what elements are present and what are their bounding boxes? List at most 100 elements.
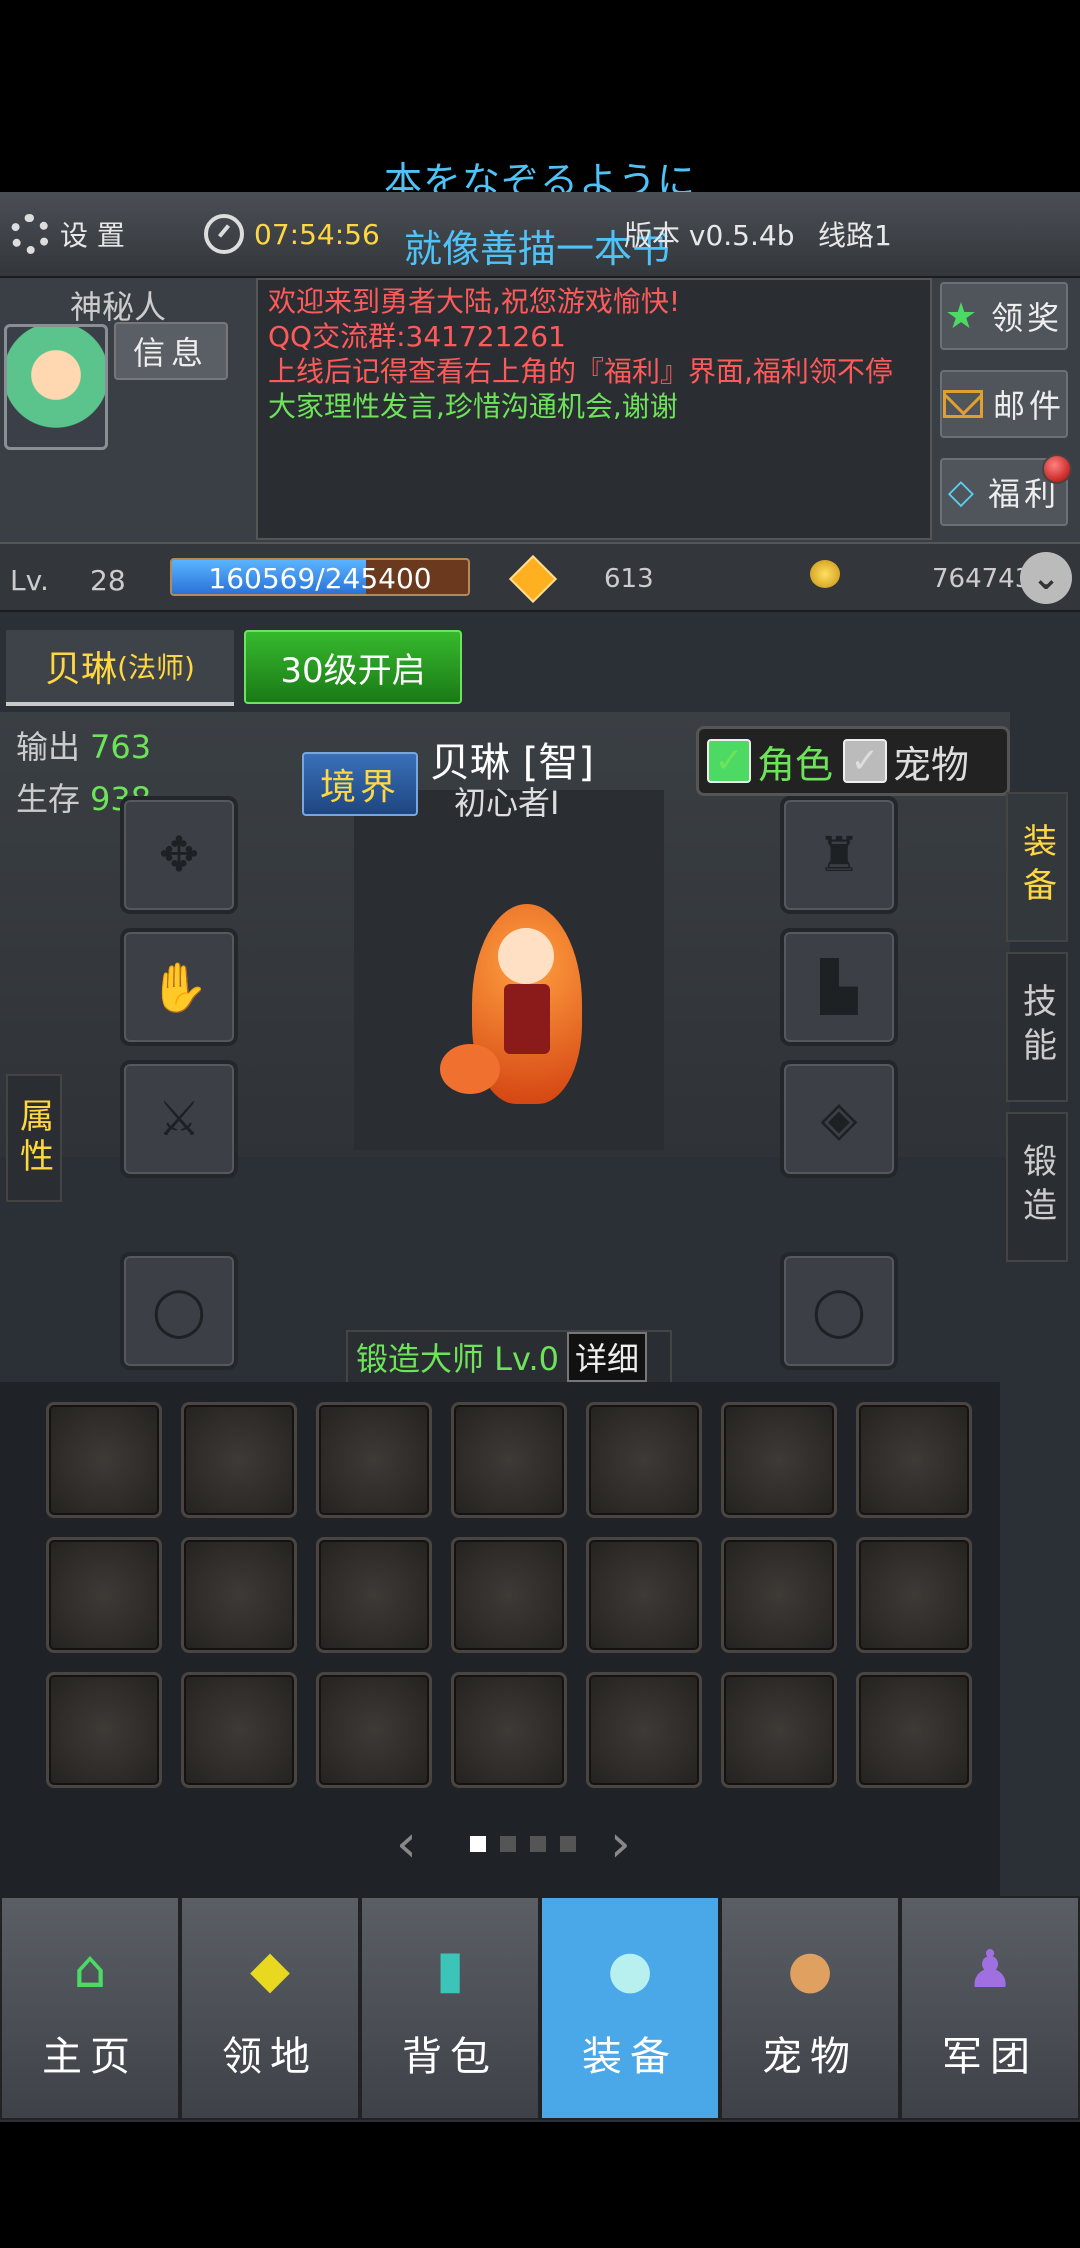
necklace-slot[interactable]: ◈ [780, 1060, 898, 1178]
forge-master: 锻造大师 Lv.0 详细 [346, 1330, 672, 1384]
diamond-icon: ◇ [947, 472, 979, 512]
chat-panel[interactable]: 欢迎来到勇者大陆,祝您游戏愉快! QQ交流群:341721261 上线后记得查看… [256, 278, 932, 540]
nav-pet[interactable]: ● 宠物 [720, 1896, 900, 2120]
realm-button[interactable]: 境界 [302, 752, 418, 816]
reward-button[interactable]: ★ 领奖 [940, 282, 1068, 350]
character-toggle-label: 角色 [757, 742, 834, 787]
inventory-cell[interactable] [181, 1402, 297, 1518]
gem-count: 613 [604, 564, 654, 594]
inventory-cell[interactable] [46, 1402, 162, 1518]
ring2-slot[interactable]: ◯ [780, 1252, 898, 1370]
inventory-cell[interactable] [721, 1402, 837, 1518]
level-bar: Lv. 28 160569/245400 613 764743 ⌄ [0, 542, 1080, 612]
tab-locked[interactable]: 30级开启 [244, 630, 462, 704]
equipment-stage: 输出 763 生存 938 境界 贝琳 [智] 初心者I ✓ 角色 ✓ 宠物 ✥ ✋… [0, 712, 1010, 1178]
inventory-cell[interactable] [181, 1537, 297, 1653]
nav-territory[interactable]: ◆ 领地 [180, 1896, 360, 2120]
inventory-cell[interactable] [451, 1672, 567, 1788]
gear-icon [10, 214, 50, 254]
necklace-icon: ◈ [820, 1091, 858, 1147]
inventory-cell[interactable] [586, 1537, 702, 1653]
chevron-right-icon[interactable]: › [610, 1814, 631, 1874]
chat-line: 欢迎来到勇者大陆,祝您游戏愉快! [268, 285, 681, 318]
detail-button[interactable]: 详细 [567, 1332, 648, 1382]
inventory-cell[interactable] [586, 1672, 702, 1788]
bottom-nav: ⌂ 主页 ◆ 领地 ▮ 背包 ● 装备 ● 宠物 ♟ 军团 [0, 1896, 1080, 2120]
output-label: 输出 [16, 728, 81, 766]
chevron-left-icon[interactable]: ‹ [396, 1814, 417, 1874]
star-icon: ★ [944, 295, 982, 337]
inventory-cell[interactable] [856, 1537, 972, 1653]
page-dot[interactable] [470, 1836, 486, 1852]
accessory-slot[interactable]: ✥ [120, 796, 238, 914]
chat-line: 大家理性发言,珍惜沟通机会,谢谢 [268, 390, 678, 423]
coin-icon [810, 560, 840, 588]
level-value: 28 [90, 564, 126, 597]
gloves-slot[interactable]: ✋ [120, 928, 238, 1046]
forge-level: 锻造大师 Lv.0 [356, 1340, 559, 1378]
page-dot[interactable] [500, 1836, 516, 1852]
inventory-cell[interactable] [451, 1537, 567, 1653]
nav-home[interactable]: ⌂ 主页 [0, 1896, 180, 2120]
player-header: 神秘人 信息 欢迎来到勇者大陆,祝您游戏愉快! QQ交流群:341721261 … [0, 278, 1080, 554]
server-line-text: 线路1 [818, 219, 892, 252]
chat-line: QQ交流群:341721261 [268, 320, 566, 353]
house-icon: ⌂ [73, 1940, 107, 2000]
view-toggle: ✓ 角色 ✓ 宠物 [696, 726, 1010, 796]
inventory-cell[interactable] [316, 1402, 432, 1518]
welfare-button[interactable]: ◇ 福利 [940, 454, 1072, 526]
page-dot[interactable] [530, 1836, 546, 1852]
forge-side-tab[interactable]: 锻造 [1006, 1112, 1068, 1262]
sword-icon: ⚔ [157, 1091, 201, 1147]
info-button[interactable]: 信息 [114, 322, 228, 380]
inventory-cell[interactable] [181, 1672, 297, 1788]
inventory-cell[interactable] [721, 1537, 837, 1653]
time-text: 07:54:56 [254, 217, 380, 251]
exp-text: 160569/245400 [208, 562, 432, 595]
exp-bar: 160569/245400 [170, 558, 470, 596]
notification-dot [1042, 454, 1072, 484]
inventory-cell[interactable] [451, 1402, 567, 1518]
character-toggle[interactable]: ✓ 角色 [707, 734, 833, 789]
inventory-cell[interactable] [46, 1672, 162, 1788]
player-avatar[interactable] [4, 324, 108, 450]
skills-side-tab[interactable]: 技能 [1006, 952, 1068, 1102]
armor-slot[interactable]: ♜ [780, 796, 898, 914]
mail-button[interactable]: 邮件 [940, 370, 1068, 438]
nav-home-label: 主页 [42, 2034, 138, 2080]
inventory-cell[interactable] [586, 1402, 702, 1518]
inventory-cell[interactable] [856, 1402, 972, 1518]
game-screen: 设 置 07:54:56 就像善描一本书 版本 v0.5.4b 线路1 神秘人 … [0, 192, 1080, 2122]
nav-equip[interactable]: ● 装备 [540, 1896, 720, 2120]
boots-icon: ▙ [820, 959, 858, 1015]
version-text: 版本 v0.5.4b [624, 219, 795, 252]
equipment-side-tab[interactable]: 装备 [1006, 792, 1068, 942]
hero-sprite [432, 894, 622, 1114]
weapon-slot[interactable]: ⚔ [120, 1060, 238, 1178]
reward-label: 领奖 [991, 299, 1064, 337]
inventory-cell[interactable] [316, 1537, 432, 1653]
pet-toggle[interactable]: ✓ 宠物 [843, 734, 969, 789]
inventory-cell[interactable] [46, 1537, 162, 1653]
boots-slot[interactable]: ▙ [780, 928, 898, 1046]
pet-toggle-label: 宠物 [893, 742, 970, 787]
chevron-down-icon[interactable]: ⌄ [1020, 552, 1072, 604]
output-value: 763 [90, 728, 152, 766]
gold-count: 764743 [932, 564, 1032, 594]
ring-slot[interactable]: ◯ [120, 1252, 238, 1370]
nav-bag[interactable]: ▮ 背包 [360, 1896, 540, 2120]
inventory-cell[interactable] [316, 1672, 432, 1788]
inventory-pager: ‹ › [396, 1814, 656, 1874]
person-icon: ● [607, 1940, 653, 2000]
backpack-icon: ▮ [435, 1940, 465, 2000]
settings-button[interactable]: 设 置 [10, 214, 125, 254]
tab-character[interactable]: 贝琳 (法师) [6, 630, 234, 706]
attributes-tab[interactable]: 属性 [6, 1074, 62, 1202]
hero-title: 初心者I [454, 784, 560, 822]
inventory-cell[interactable] [856, 1672, 972, 1788]
inventory-cell[interactable] [721, 1672, 837, 1788]
nav-legion[interactable]: ♟ 军团 [900, 1896, 1080, 2120]
page-dot[interactable] [560, 1836, 576, 1852]
ring-icon: ◯ [152, 1283, 206, 1339]
level-label: Lv. [10, 564, 49, 597]
